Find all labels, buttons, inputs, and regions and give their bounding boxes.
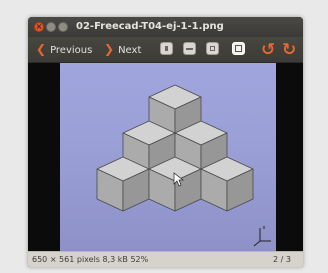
zoom-normal-button[interactable] bbox=[206, 42, 219, 55]
chevron-left-icon: ❮ bbox=[36, 42, 47, 56]
status-bar: 650 × 561 pixels 8,3 kB 52% 2 / 3 bbox=[28, 251, 303, 267]
zoom-normal-icon bbox=[210, 46, 215, 51]
close-window-button[interactable]: × bbox=[34, 22, 44, 32]
window-title: 02-Freecad-T04-ej-1-1.png bbox=[76, 21, 224, 32]
image-area[interactable] bbox=[28, 63, 303, 251]
toolbar: ❮ Previous ❯ Next ↺ ↻ bbox=[28, 37, 303, 63]
maximize-window-button[interactable] bbox=[58, 22, 68, 32]
zoom-in-button[interactable] bbox=[160, 42, 173, 55]
image-info: 650 × 561 pixels 8,3 kB 52% bbox=[32, 255, 149, 264]
cube bbox=[96, 156, 150, 212]
zoom-out-icon bbox=[186, 48, 193, 50]
chevron-right-icon: ❯ bbox=[104, 42, 115, 56]
zoom-out-button[interactable] bbox=[183, 42, 196, 55]
rotate-right-button[interactable]: ↻ bbox=[282, 39, 296, 61]
image-viewer-window: × 02-Freecad-T04-ej-1-1.png ❮ Previous ❯ N… bbox=[28, 17, 303, 267]
title-bar[interactable]: × 02-Freecad-T04-ej-1-1.png bbox=[28, 17, 303, 37]
next-label: Next bbox=[118, 45, 142, 56]
rotate-counterclockwise-icon: ↺ bbox=[261, 40, 276, 60]
page-indicator: 2 / 3 bbox=[273, 255, 291, 264]
zoom-in-icon bbox=[165, 46, 168, 51]
minimize-window-button[interactable] bbox=[46, 22, 56, 32]
axis-indicator-icon bbox=[253, 226, 271, 247]
next-button[interactable]: ❯ Next bbox=[104, 37, 141, 62]
displayed-image bbox=[60, 63, 276, 251]
cube bbox=[148, 156, 202, 212]
previous-button[interactable]: ❮ Previous bbox=[36, 37, 92, 62]
zoom-fit-icon bbox=[235, 45, 242, 52]
previous-label: Previous bbox=[50, 45, 93, 56]
rotate-left-button[interactable]: ↺ bbox=[261, 39, 275, 61]
zoom-fit-button[interactable] bbox=[232, 42, 245, 55]
rotate-clockwise-icon: ↻ bbox=[282, 40, 297, 60]
isometric-cube-stack bbox=[96, 84, 271, 247]
cube bbox=[200, 156, 254, 212]
close-icon: × bbox=[35, 22, 43, 31]
